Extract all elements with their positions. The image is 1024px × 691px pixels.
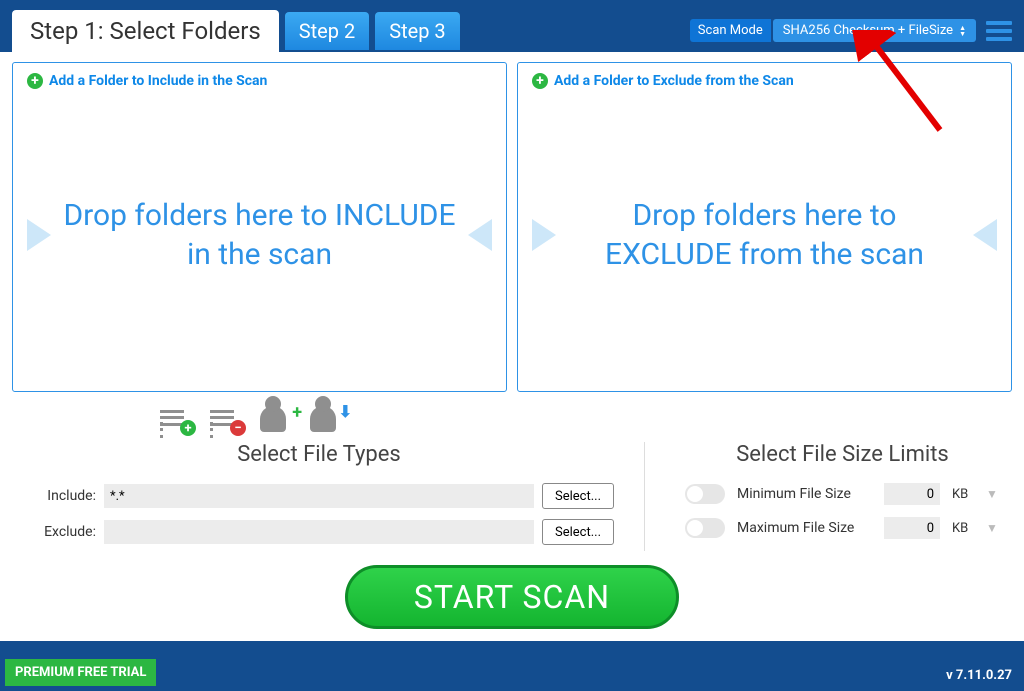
include-types-label: Include: (24, 488, 96, 504)
include-drop-zone[interactable]: Drop folders here to INCLUDE in the scan (27, 89, 492, 381)
min-size-input[interactable] (884, 483, 940, 505)
plus-icon: + (292, 402, 302, 423)
max-size-label: Maximum File Size (737, 520, 872, 536)
arrow-right-icon (532, 219, 556, 251)
max-size-unit-dropdown[interactable]: ▼ (986, 521, 998, 535)
list-toolbar: + − + ⬇ (0, 392, 1024, 442)
size-limits-title: Select File Size Limits (685, 442, 1000, 467)
import-profile-button[interactable]: ⬇ (310, 406, 342, 432)
tab-step2[interactable]: Step 2 (285, 12, 369, 50)
min-size-unit: KB (952, 487, 974, 502)
max-size-input[interactable] (884, 517, 940, 539)
file-types-title: Select File Types (24, 442, 614, 467)
scan-mode-dropdown[interactable]: SHA256 Checksum + FileSize ▲▼ (773, 19, 976, 42)
min-size-toggle[interactable] (685, 484, 725, 504)
tab-step1[interactable]: Step 1: Select Folders (12, 10, 279, 52)
include-panel[interactable]: + Add a Folder to Include in the Scan Dr… (12, 62, 507, 392)
exclude-panel[interactable]: + Add a Folder to Exclude from the Scan … (517, 62, 1012, 392)
include-drop-text: Drop folders here to INCLUDE in the scan (61, 196, 458, 274)
include-types-select-button[interactable]: Select... (542, 483, 614, 509)
tab-step3[interactable]: Step 3 (375, 12, 459, 50)
arrow-right-icon (27, 219, 51, 251)
exclude-types-label: Exclude: (24, 524, 96, 540)
trial-badge[interactable]: PREMIUM FREE TRIAL (5, 659, 156, 686)
remove-list-button[interactable]: − (210, 406, 242, 432)
arrow-left-icon (468, 219, 492, 251)
exclude-types-input[interactable] (104, 520, 534, 544)
plus-badge-icon: + (180, 420, 196, 436)
add-profile-button[interactable]: + (260, 406, 292, 432)
add-include-folder-button[interactable]: + Add a Folder to Include in the Scan (27, 73, 492, 89)
max-size-toggle[interactable] (685, 518, 725, 538)
person-icon (310, 406, 336, 432)
max-size-unit: KB (952, 521, 974, 536)
plus-icon: + (532, 73, 548, 89)
minus-badge-icon: − (230, 420, 246, 436)
add-exclude-folder-button[interactable]: + Add a Folder to Exclude from the Scan (532, 73, 997, 89)
version-label: v 7.11.0.27 (946, 668, 1012, 683)
min-size-label: Minimum File Size (737, 486, 872, 502)
start-scan-button[interactable]: START SCAN (345, 565, 679, 629)
min-size-unit-dropdown[interactable]: ▼ (986, 487, 998, 501)
arrow-left-icon (973, 219, 997, 251)
add-include-label: Add a Folder to Include in the Scan (49, 73, 267, 89)
scan-mode-label: Scan Mode (690, 19, 771, 42)
top-bar: Step 1: Select Folders Step 2 Step 3 Sca… (0, 0, 1024, 52)
updown-icon: ▲▼ (959, 25, 966, 37)
exclude-drop-zone[interactable]: Drop folders here to EXCLUDE from the sc… (532, 89, 997, 381)
hamburger-menu-icon[interactable] (986, 21, 1012, 41)
person-icon (260, 406, 286, 432)
exclude-drop-text: Drop folders here to EXCLUDE from the sc… (566, 196, 963, 274)
plus-icon: + (27, 73, 43, 89)
add-list-button[interactable]: + (160, 406, 192, 432)
add-exclude-label: Add a Folder to Exclude from the Scan (554, 73, 794, 89)
exclude-types-select-button[interactable]: Select... (542, 519, 614, 545)
include-types-input[interactable] (104, 484, 534, 508)
download-icon: ⬇ (339, 402, 352, 421)
scan-mode-value: SHA256 Checksum + FileSize (783, 23, 953, 38)
